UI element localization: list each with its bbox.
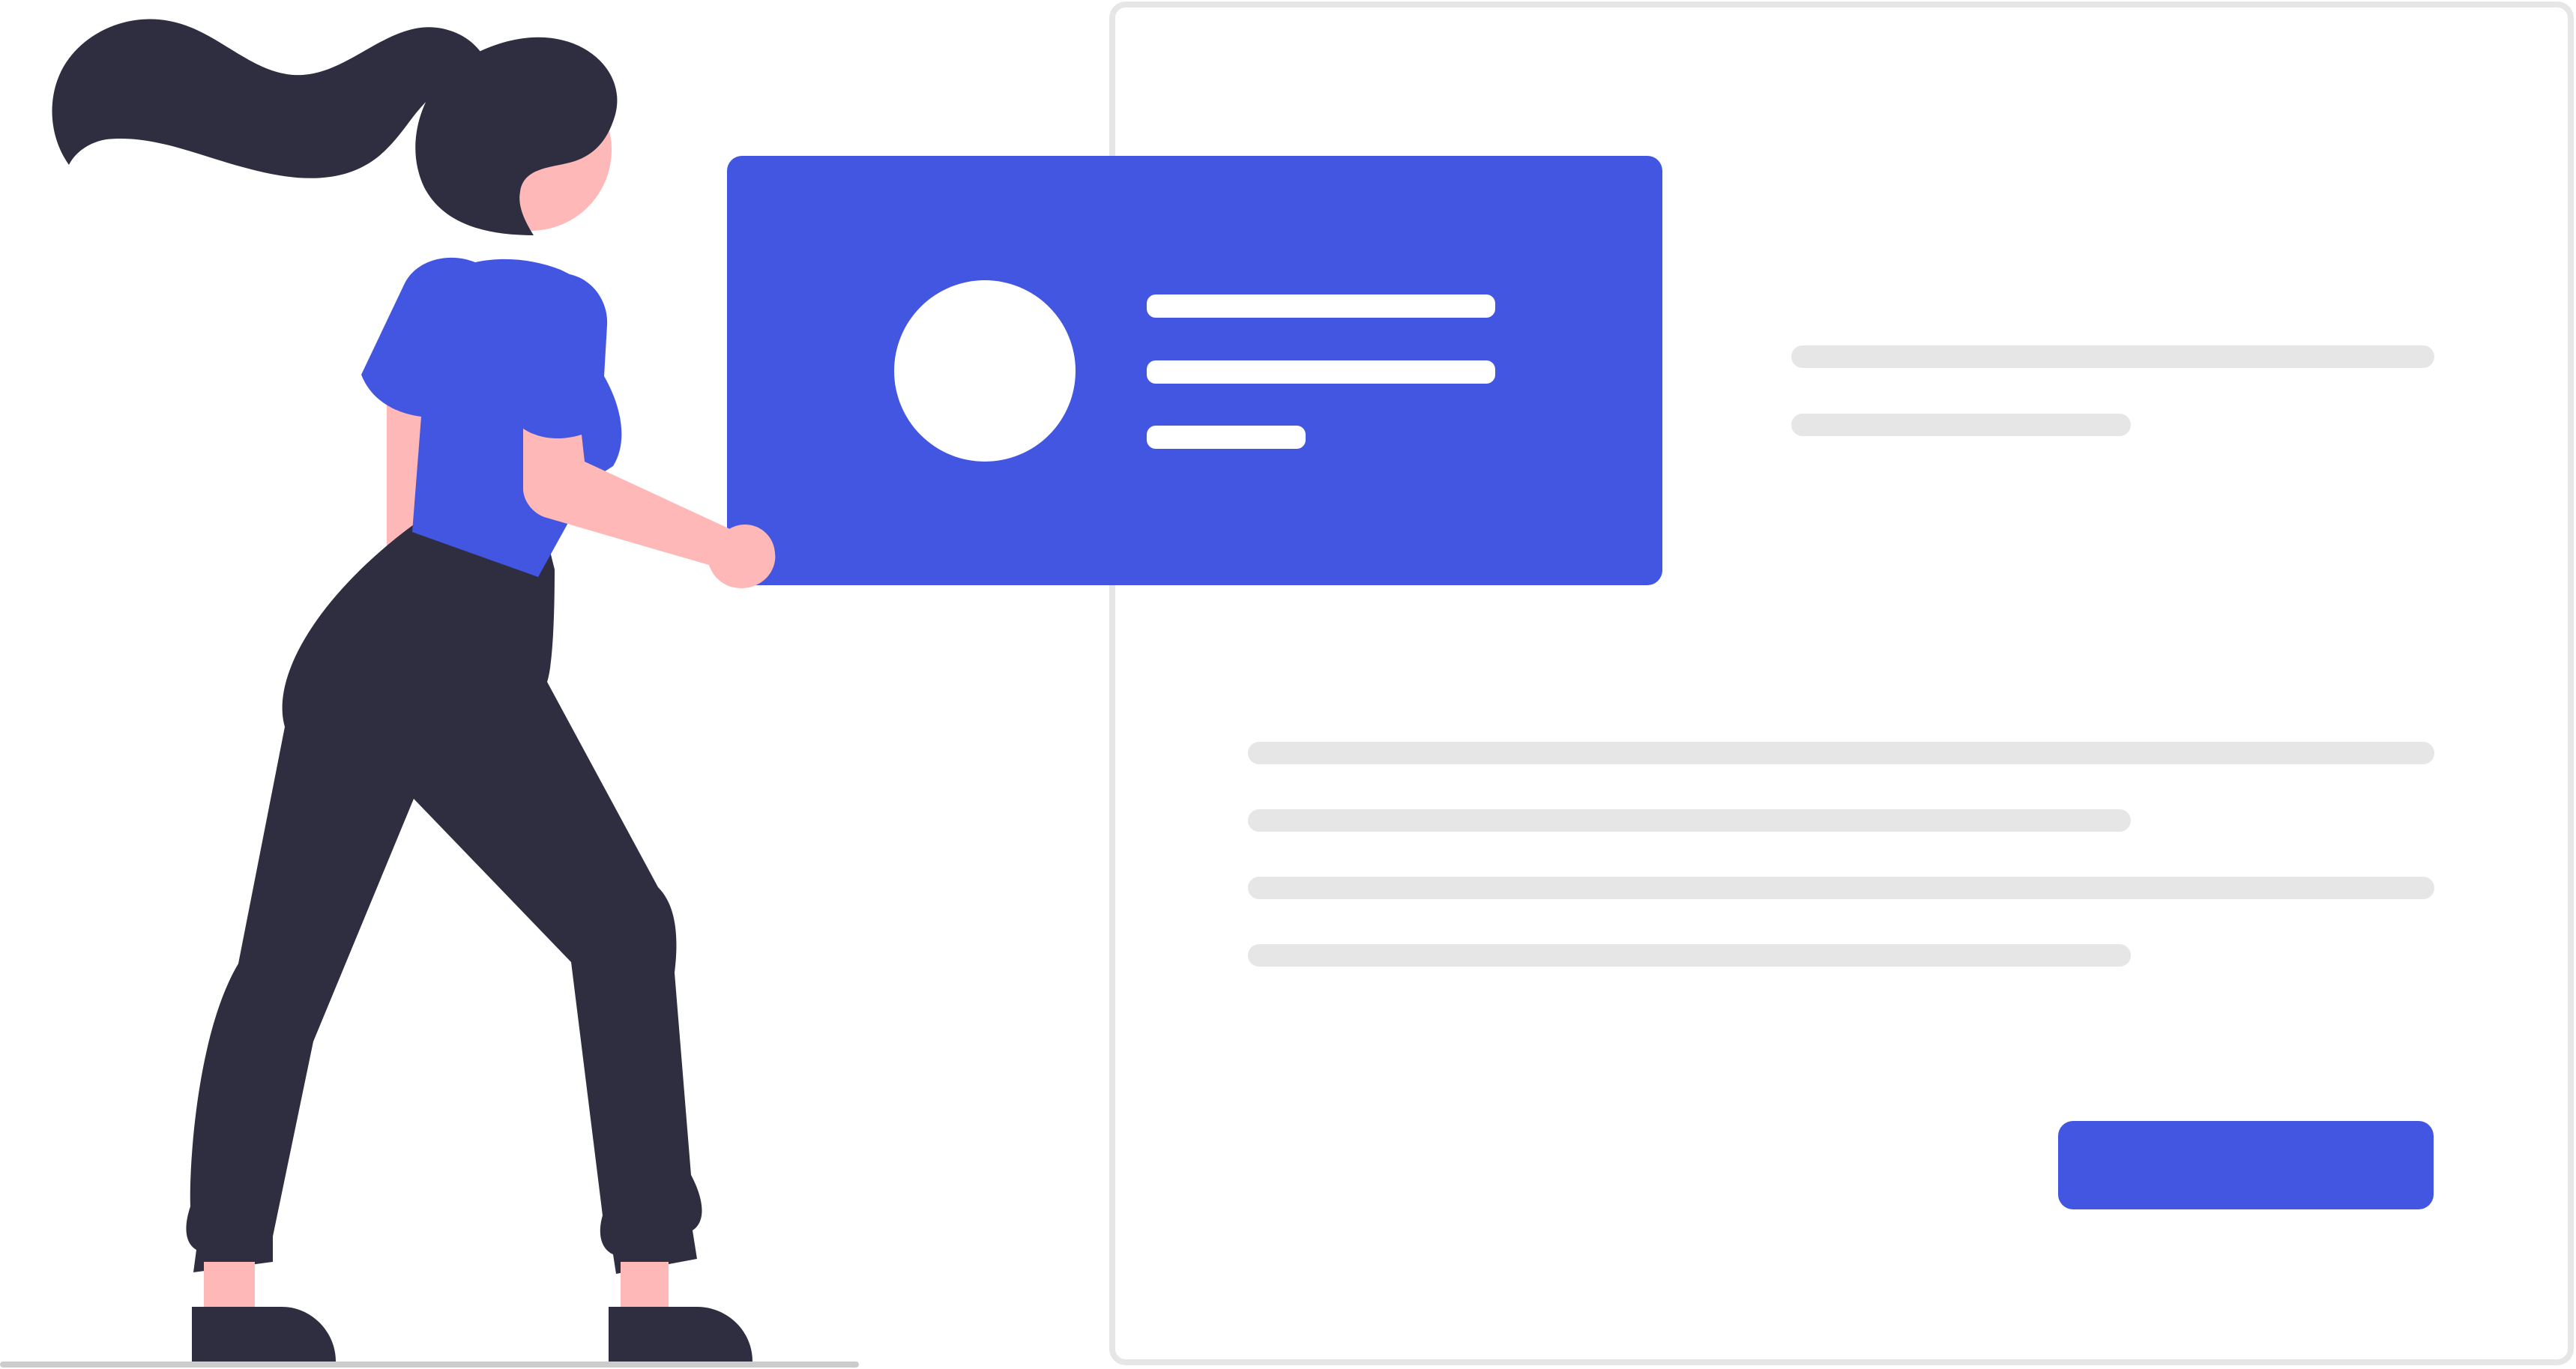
- profile-card: [727, 156, 1662, 585]
- right-ankle: [621, 1262, 669, 1307]
- text-placeholder-line: [1248, 742, 2434, 764]
- woman-figure: [52, 19, 776, 1362]
- text-placeholder-line: [1248, 809, 2131, 832]
- hand: [715, 525, 775, 584]
- text-placeholder-line: [1791, 414, 2131, 436]
- card-text-line: [1147, 294, 1495, 318]
- card-text-line: [1147, 360, 1495, 384]
- text-placeholder-line: [1791, 345, 2434, 368]
- profile-avatar-icon: [894, 280, 1076, 462]
- illustration-canvas: [0, 0, 2576, 1369]
- text-placeholder-line: [1248, 877, 2434, 899]
- card-text-line: [1147, 426, 1306, 449]
- ground-line: [0, 1362, 859, 1368]
- pants: [186, 525, 702, 1274]
- action-button[interactable]: [2058, 1121, 2434, 1209]
- illustration-svg: [0, 1, 2574, 1368]
- left-shoe: [192, 1307, 336, 1362]
- text-placeholder-line: [1248, 944, 2131, 967]
- right-shoe: [609, 1307, 752, 1362]
- left-ankle: [204, 1262, 255, 1307]
